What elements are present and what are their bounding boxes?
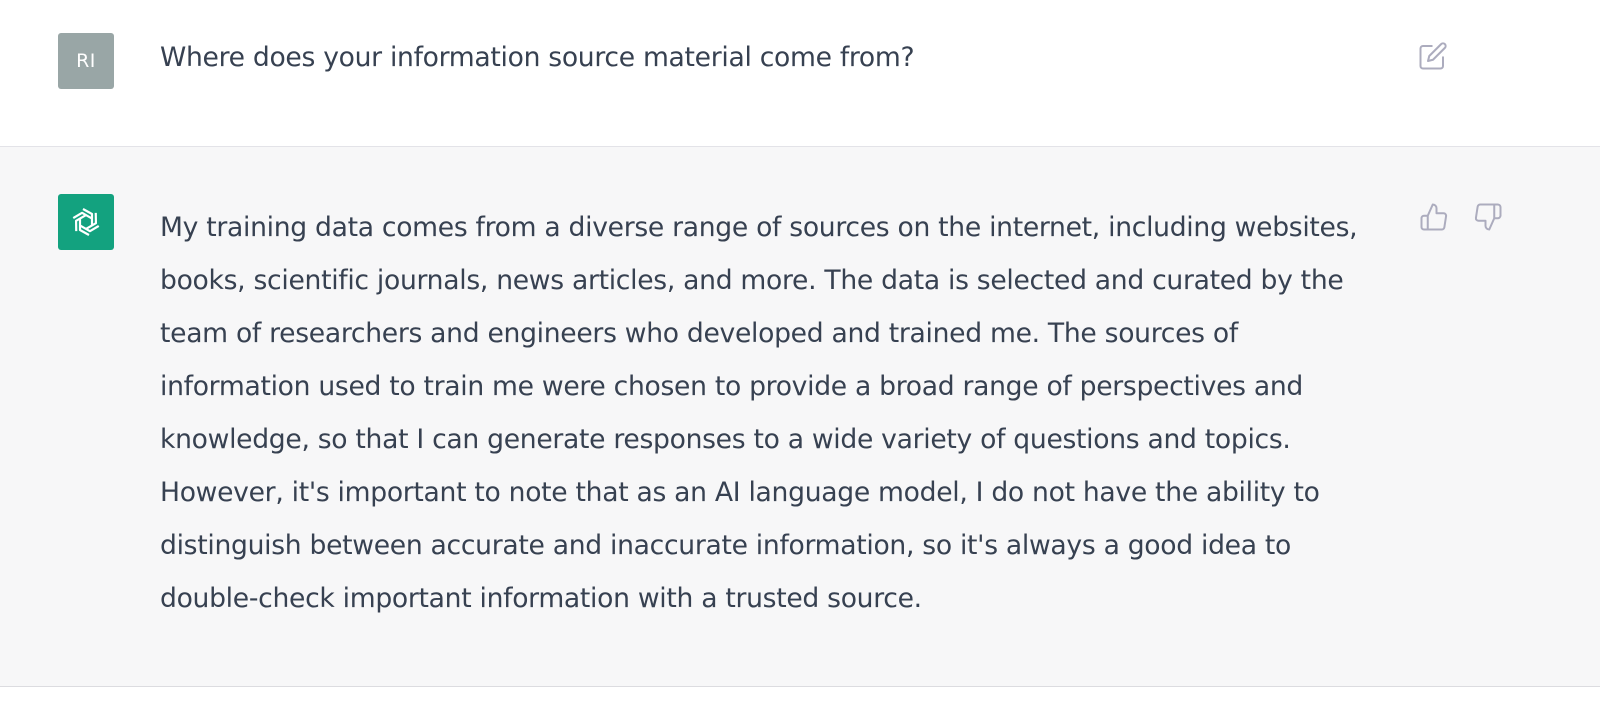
assistant-text-line: information used to train me were chosen… — [160, 371, 1303, 402]
thumbs-up-icon — [1420, 203, 1448, 231]
edit-message-button[interactable] — [1416, 39, 1450, 73]
user-avatar-initials: RI — [76, 50, 96, 72]
assistant-text-line: double-check important information with … — [160, 583, 922, 614]
user-avatar: RI — [58, 33, 114, 89]
thumbs-down-icon — [1474, 203, 1502, 231]
thread-bottom-spacer — [0, 687, 1600, 718]
user-message-row: RI Where does your information source ma… — [0, 0, 1600, 147]
assistant-text-line: books, scientific journals, news article… — [160, 265, 1344, 296]
openai-logo-icon — [72, 208, 100, 236]
assistant-text-line: team of researchers and engineers who de… — [160, 318, 1238, 349]
assistant-message-text: My training data comes from a diverse ra… — [160, 201, 1390, 625]
assistant-text-line: knowledge, so that I can generate respon… — [160, 424, 1291, 455]
assistant-avatar — [58, 194, 114, 250]
thumbs-up-button[interactable] — [1417, 200, 1451, 234]
thumbs-down-button[interactable] — [1471, 200, 1505, 234]
assistant-message-row: My training data comes from a diverse ra… — [0, 147, 1600, 687]
user-message-text: Where does your information source mater… — [160, 42, 915, 73]
assistant-text-line: My training data comes from a diverse ra… — [160, 212, 1358, 243]
assistant-text-line: distinguish between accurate and inaccur… — [160, 530, 1291, 561]
conversation-thread: RI Where does your information source ma… — [0, 0, 1600, 718]
edit-icon — [1419, 42, 1447, 70]
assistant-text-line: However, it's important to note that as … — [160, 477, 1320, 508]
